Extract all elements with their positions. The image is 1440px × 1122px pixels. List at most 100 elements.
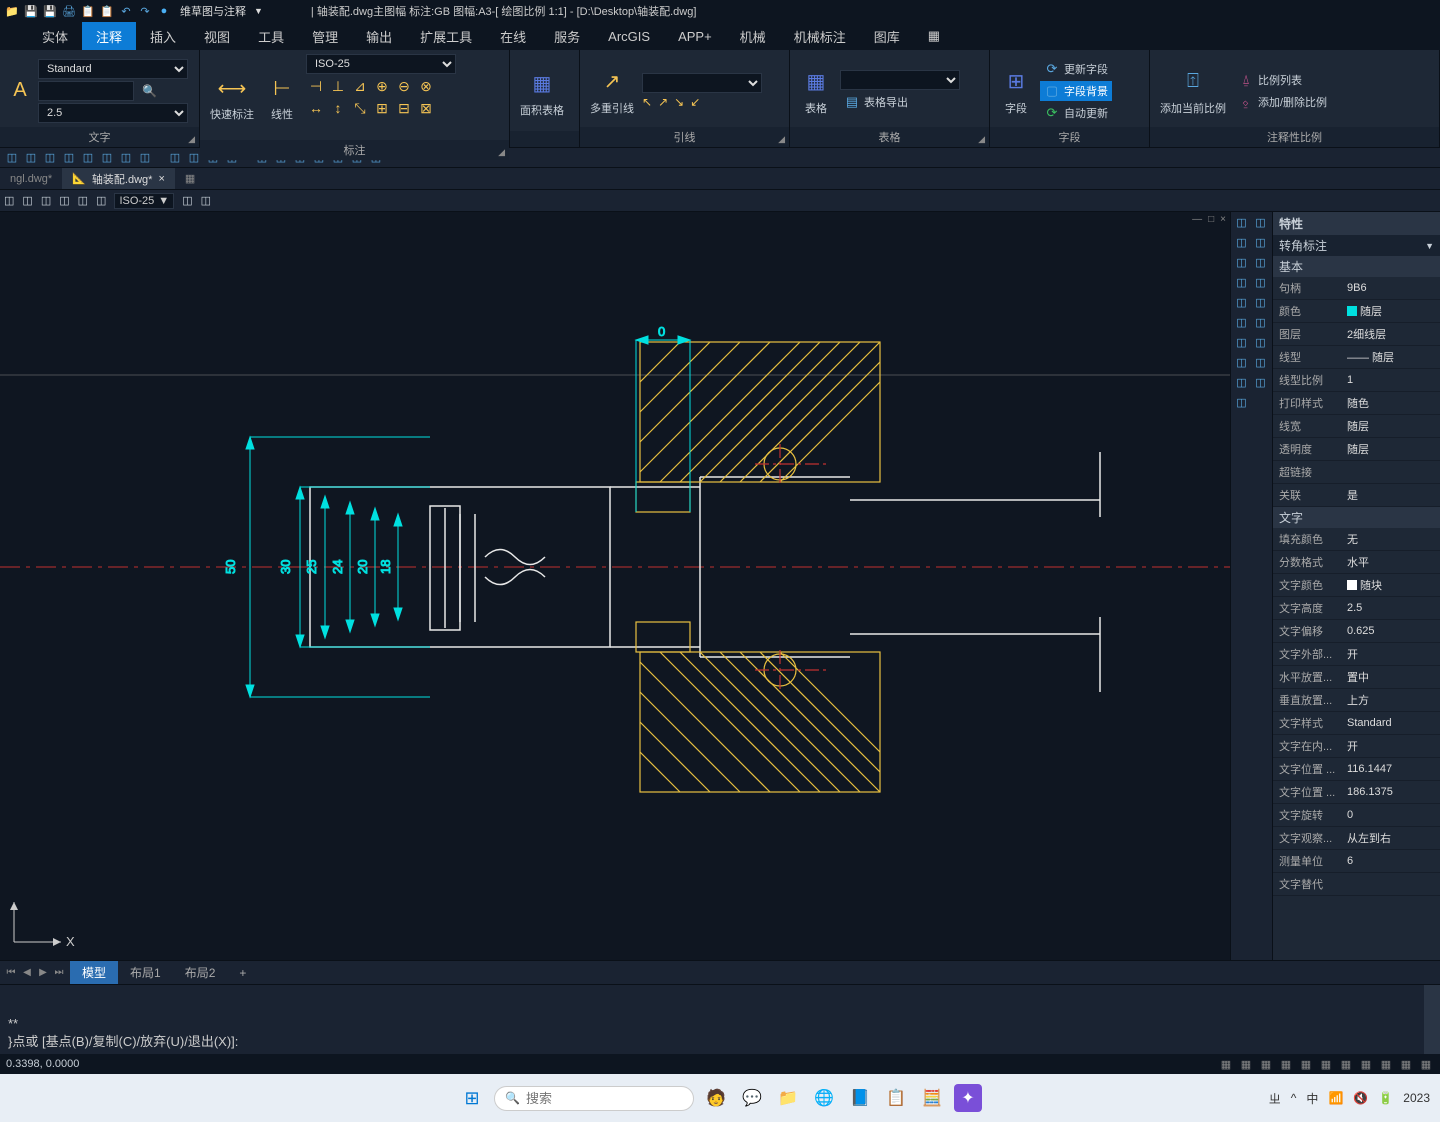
dim-icon[interactable]: ⊣ xyxy=(306,76,326,96)
model-icon[interactable]: ▦ xyxy=(1378,1056,1394,1072)
prop-value[interactable]: 无 xyxy=(1343,531,1440,547)
strip-icon[interactable]: ◫ xyxy=(61,150,77,166)
tab-service[interactable]: 服务 xyxy=(540,22,594,50)
tray-icon[interactable]: ㄓ xyxy=(1269,1090,1281,1107)
tab-manage[interactable]: 管理 xyxy=(298,22,352,50)
dim-icon[interactable]: ⊠ xyxy=(416,98,436,118)
dim-style-combo[interactable]: ISO-25▼ xyxy=(114,193,174,209)
dyn-icon[interactable]: ▦ xyxy=(1358,1056,1374,1072)
tool-icon[interactable]: ◫ xyxy=(1252,354,1269,371)
quick-dim-button[interactable]: ⟷快速标注 xyxy=(206,70,258,124)
linear-dim-button[interactable]: ⊢线性 xyxy=(262,70,302,124)
dim-icon[interactable]: ⊥ xyxy=(328,76,348,96)
help-icon[interactable]: ● xyxy=(156,3,172,19)
leader-icon[interactable]: ↘ xyxy=(674,95,684,109)
leader-icon[interactable]: ↙ xyxy=(690,95,700,109)
app-icon[interactable]: 📘 xyxy=(846,1084,874,1112)
add-layout-button[interactable]: + xyxy=(227,961,258,984)
tab-insert[interactable]: 插入 xyxy=(136,22,190,50)
table-style-dropdown[interactable] xyxy=(840,70,960,90)
prop-value[interactable]: 开 xyxy=(1343,738,1440,754)
prop-value[interactable]: 随色 xyxy=(1343,395,1440,411)
scale-list-button[interactable]: ⍙比例列表 xyxy=(1234,70,1331,90)
field-button[interactable]: ⊞字段 xyxy=(996,64,1036,118)
mleader-button[interactable]: ↗多重引线 xyxy=(586,64,638,118)
tool-icon[interactable]: ◫ xyxy=(1233,374,1250,391)
battery-icon[interactable]: 🔋 xyxy=(1378,1091,1393,1105)
chevron-up-icon[interactable]: ^ xyxy=(1291,1091,1297,1105)
leader-icon[interactable]: ↖ xyxy=(642,95,652,109)
property-row[interactable]: 线型—— 随层 xyxy=(1273,346,1440,369)
prop-value[interactable]: 开 xyxy=(1343,646,1440,662)
polar-icon[interactable]: ▦ xyxy=(1278,1056,1294,1072)
dim-icon[interactable]: ⊕ xyxy=(372,76,392,96)
property-row[interactable]: 线宽随层 xyxy=(1273,415,1440,438)
prop-value[interactable]: —— 随层 xyxy=(1343,349,1440,365)
prop-value[interactable]: 186.1375 xyxy=(1343,786,1440,798)
start-button[interactable]: ⊞ xyxy=(458,1084,486,1112)
selection-dropdown[interactable]: 转角标注▼ xyxy=(1273,235,1440,256)
prop-value[interactable]: 6 xyxy=(1343,855,1440,867)
ime-icon[interactable]: 中 xyxy=(1306,1090,1318,1107)
close-view-icon[interactable]: × xyxy=(1220,214,1226,225)
app-icon[interactable]: 📋 xyxy=(882,1084,910,1112)
prop-value[interactable]: 2.5 xyxy=(1343,602,1440,614)
layer-icon[interactable]: ◫ xyxy=(182,194,192,207)
prop-value[interactable]: 随块 xyxy=(1343,577,1440,593)
prop-value[interactable]: 2细线层 xyxy=(1343,326,1440,342)
auto-update-button[interactable]: ⟳自动更新 xyxy=(1040,103,1112,123)
property-row[interactable]: 句柄9B6 xyxy=(1273,277,1440,300)
tab-mech[interactable]: 机械 xyxy=(726,22,780,50)
tab-0[interactable] xyxy=(0,22,28,50)
tool-icon[interactable]: ◫ xyxy=(1233,394,1250,411)
clock[interactable]: 2023 xyxy=(1403,1091,1430,1105)
property-row[interactable]: 文字外部...开 xyxy=(1273,643,1440,666)
tab-online[interactable]: 在线 xyxy=(486,22,540,50)
dim-icon[interactable]: ⤡ xyxy=(350,98,370,118)
tab-mechdim[interactable]: 机械标注 xyxy=(780,22,860,50)
layer-icon[interactable]: ◫ xyxy=(78,194,88,207)
property-row[interactable]: 填充颜色无 xyxy=(1273,528,1440,551)
tab-entity[interactable]: 实体 xyxy=(28,22,82,50)
new-doc-button[interactable]: ▦ xyxy=(175,168,205,189)
tool-icon[interactable]: ◫ xyxy=(1233,274,1250,291)
dim-icon[interactable]: ↕ xyxy=(328,98,348,118)
layer-icon[interactable]: ◫ xyxy=(41,194,51,207)
wifi-icon[interactable]: 📶 xyxy=(1328,1091,1343,1105)
prop-value[interactable]: 随层 xyxy=(1343,303,1440,319)
min-icon[interactable]: — xyxy=(1192,214,1202,225)
tool-icon[interactable]: ◫ xyxy=(1233,234,1250,251)
property-row[interactable]: 分数格式水平 xyxy=(1273,551,1440,574)
grid-icon[interactable]: ▦ xyxy=(1238,1056,1254,1072)
search-input[interactable] xyxy=(526,1091,702,1106)
property-row[interactable]: 文字位置 ...186.1375 xyxy=(1273,781,1440,804)
prev-icon[interactable]: ◀ xyxy=(20,967,34,978)
property-row[interactable]: 透明度随层 xyxy=(1273,438,1440,461)
first-icon[interactable]: ⏮ xyxy=(4,967,18,978)
tab-layout2[interactable]: 布局2 xyxy=(173,961,228,984)
tool-icon[interactable]: ◫ xyxy=(1233,334,1250,351)
text-height-dropdown[interactable]: 2.5 xyxy=(38,103,188,123)
tab-output[interactable]: 输出 xyxy=(352,22,406,50)
tool-icon[interactable]: ◫ xyxy=(1252,314,1269,331)
area-table-button[interactable]: ▦面积表格 xyxy=(516,66,568,120)
tab-layout1[interactable]: 布局1 xyxy=(118,961,173,984)
print-icon[interactable]: 🖨 xyxy=(61,3,77,19)
property-row[interactable]: 线型比例1 xyxy=(1273,369,1440,392)
otrack-icon[interactable]: ▦ xyxy=(1318,1056,1334,1072)
undo-icon[interactable]: ↶ xyxy=(118,3,134,19)
add-scale-button[interactable]: ⍐添加当前比例 xyxy=(1156,64,1230,118)
strip-icon[interactable]: ◫ xyxy=(99,150,115,166)
property-row[interactable]: 打印样式随色 xyxy=(1273,392,1440,415)
layer-icon[interactable]: ◫ xyxy=(201,194,211,207)
tool-icon[interactable]: ◫ xyxy=(1252,374,1269,391)
property-row[interactable]: 超链接 xyxy=(1273,461,1440,484)
property-row[interactable]: 文字颜色随块 xyxy=(1273,574,1440,597)
property-row[interactable]: 颜色随层 xyxy=(1273,300,1440,323)
prop-value[interactable]: 水平 xyxy=(1343,554,1440,570)
tool-icon[interactable]: ◫ xyxy=(1252,294,1269,311)
app-icon[interactable]: 💬 xyxy=(738,1084,766,1112)
prop-value[interactable]: 1 xyxy=(1343,374,1440,386)
app-icon[interactable]: ✦ xyxy=(954,1084,982,1112)
add-del-scale-button[interactable]: ⍚添加/删除比例 xyxy=(1234,92,1331,112)
